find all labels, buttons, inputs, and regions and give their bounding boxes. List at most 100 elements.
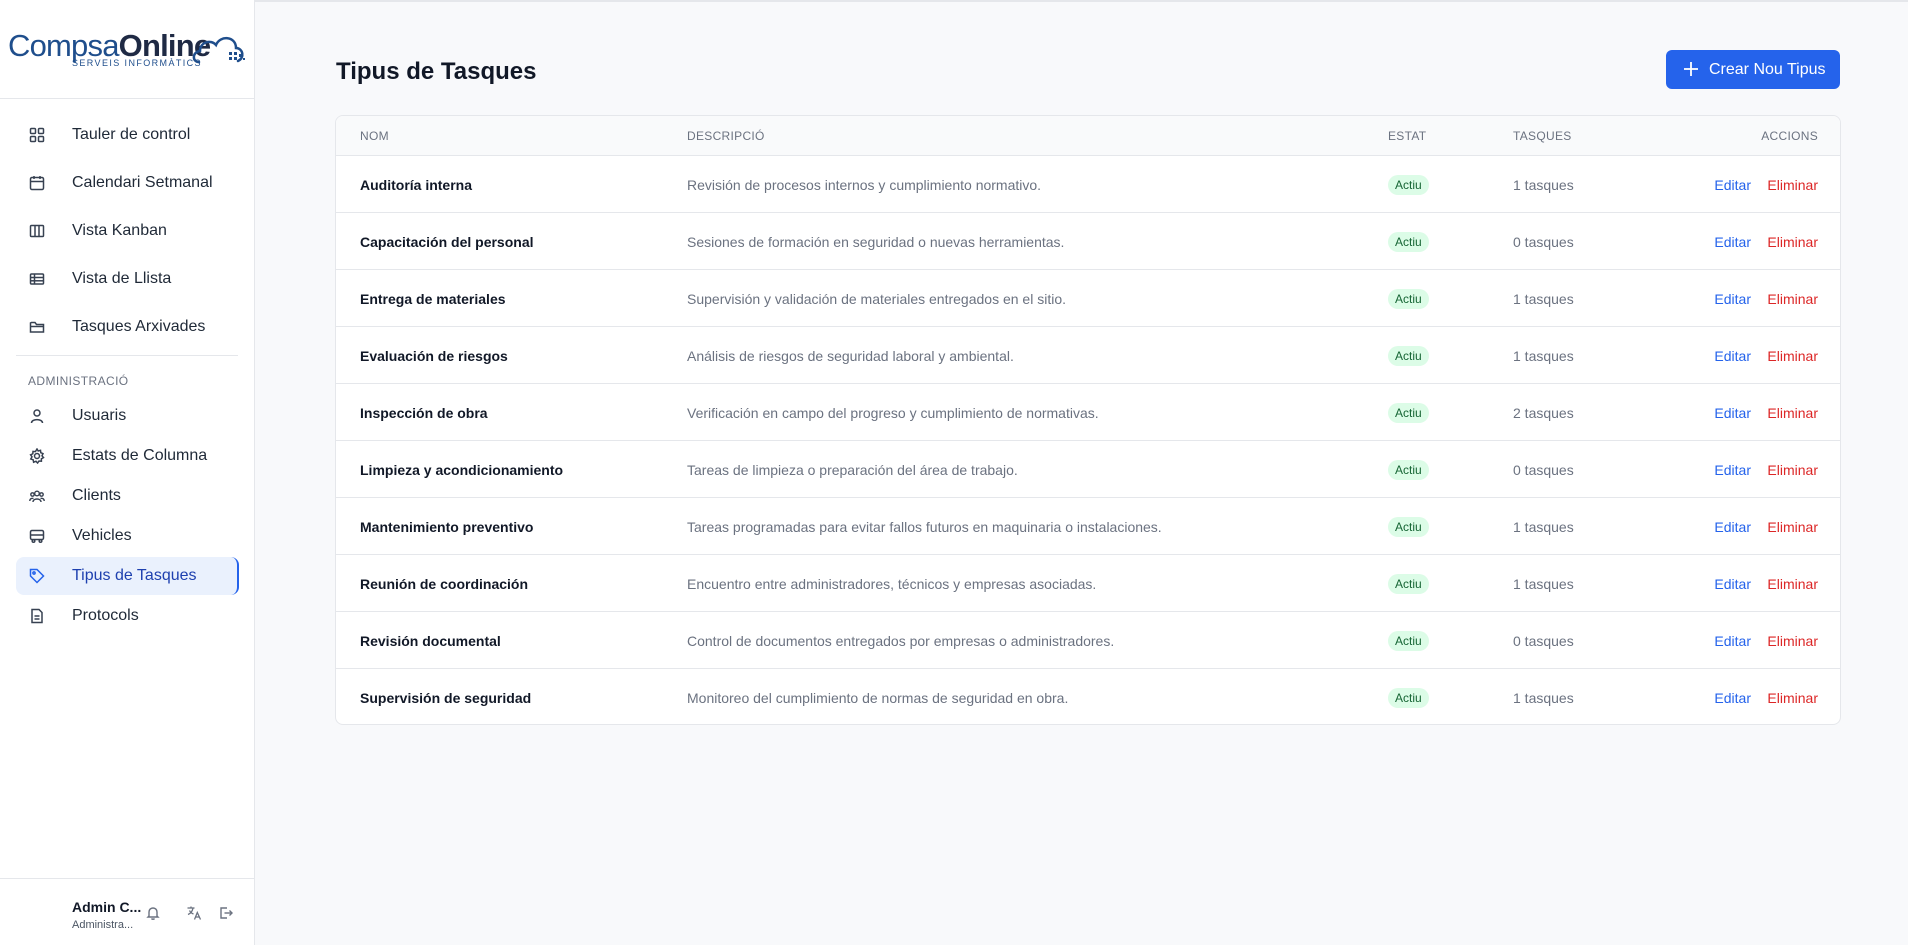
- sidebar-item-dashboard[interactable]: Tauler de control: [16, 116, 239, 154]
- edit-button[interactable]: Editar: [1714, 348, 1751, 364]
- cloud-icon: [192, 37, 245, 64]
- delete-button[interactable]: Eliminar: [1767, 462, 1818, 478]
- status-badge: Actiu: [1388, 517, 1429, 537]
- delete-button[interactable]: Eliminar: [1767, 633, 1818, 649]
- status-badge: Actiu: [1388, 175, 1429, 195]
- status-badge: Actiu: [1388, 631, 1429, 651]
- sidebar-item-users[interactable]: Usuaris: [16, 397, 239, 435]
- brand-tagline: SERVEIS INFORMÀTICS: [72, 58, 202, 68]
- column-header-description[interactable]: DESCRIPCIÓ: [687, 129, 765, 143]
- delete-button[interactable]: Eliminar: [1767, 519, 1818, 535]
- sidebar: CompsaOnline SERVEIS INFORMÀTICS Tauler …: [0, 0, 255, 945]
- user-icon: [30, 409, 44, 424]
- edit-button[interactable]: Editar: [1714, 177, 1751, 193]
- status-badge: Actiu: [1388, 688, 1429, 708]
- sidebar-item-label: Protocols: [72, 607, 139, 624]
- table-row: Inspección de obra Verificación en campo…: [336, 384, 1840, 441]
- edit-button[interactable]: Editar: [1714, 633, 1751, 649]
- task-count: 0 tasques: [1513, 633, 1574, 649]
- task-types-table: NOM DESCRIPCIÓ ESTAT TASQUES ACCIONS Aud…: [335, 115, 1841, 725]
- table-row: Auditoría interna Revisión de procesos i…: [336, 156, 1840, 213]
- page-title: Tipus de Tasques: [336, 58, 537, 85]
- sidebar-item-label: Tipus de Tasques: [72, 567, 197, 584]
- task-type-name: Capacitación del personal: [360, 234, 534, 250]
- delete-button[interactable]: Eliminar: [1767, 576, 1818, 592]
- edit-button[interactable]: Editar: [1714, 405, 1751, 421]
- task-type-description: Encuentro entre administradores, técnico…: [687, 576, 1097, 592]
- user-role: Administra...: [72, 919, 134, 931]
- task-type-name: Evaluación de riesgos: [360, 348, 508, 364]
- folder-icon: [29, 321, 45, 333]
- create-button-label: Crear Nou Tipus: [1709, 61, 1826, 78]
- task-count: 2 tasques: [1513, 405, 1574, 421]
- status-badge: Actiu: [1388, 232, 1429, 252]
- delete-button[interactable]: Eliminar: [1767, 690, 1818, 706]
- sidebar-item-list[interactable]: Vista de Llista: [16, 260, 239, 298]
- brand-logo[interactable]: CompsaOnline SERVEIS INFORMÀTICS: [8, 28, 248, 72]
- delete-button[interactable]: Eliminar: [1767, 177, 1818, 193]
- sidebar-item-task-types[interactable]: Tipus de Tasques: [16, 557, 239, 595]
- plus-icon: [1684, 62, 1698, 76]
- edit-button[interactable]: Editar: [1714, 291, 1751, 307]
- user-name: Admin C...: [72, 899, 142, 915]
- sidebar-item-protocols[interactable]: Protocols: [16, 597, 239, 635]
- sidebar-item-calendar[interactable]: Calendari Setmanal: [16, 164, 239, 202]
- table-row: Supervisión de seguridad Monitoreo del c…: [336, 669, 1840, 724]
- edit-button[interactable]: Editar: [1714, 519, 1751, 535]
- task-type-name: Revisión documental: [360, 633, 501, 649]
- task-count: 1 tasques: [1513, 177, 1574, 193]
- edit-button[interactable]: Editar: [1714, 462, 1751, 478]
- sidebar-item-clients[interactable]: Clients: [16, 477, 239, 515]
- sidebar-item-label: Vehicles: [72, 527, 132, 544]
- column-header-name[interactable]: NOM: [360, 129, 389, 143]
- delete-button[interactable]: Eliminar: [1767, 348, 1818, 364]
- dashboard-grid-icon: [29, 127, 45, 143]
- sidebar-item-vehicles[interactable]: Vehicles: [16, 517, 239, 555]
- top-border: [0, 0, 1908, 2]
- task-type-name: Limpieza y acondicionamiento: [360, 462, 564, 478]
- edit-button[interactable]: Editar: [1714, 690, 1751, 706]
- status-badge: Actiu: [1388, 346, 1429, 366]
- translate-icon[interactable]: [186, 905, 202, 921]
- task-count: 1 tasques: [1513, 690, 1574, 706]
- table-row: Limpieza y acondicionamiento Tareas de l…: [336, 441, 1840, 498]
- users-icon: [29, 490, 45, 503]
- task-type-description: Sesiones de formación en seguridad o nue…: [687, 234, 1065, 250]
- table-row: Reunión de coordinación Encuentro entre …: [336, 555, 1840, 612]
- logout-icon[interactable]: [218, 905, 234, 921]
- bell-icon[interactable]: [145, 905, 161, 921]
- sidebar-item-column-states[interactable]: Estats de Columna: [16, 437, 239, 475]
- task-count: 1 tasques: [1513, 576, 1574, 592]
- task-count: 1 tasques: [1513, 291, 1574, 307]
- sidebar-item-kanban[interactable]: Vista Kanban: [16, 212, 239, 250]
- table-row: Entrega de materiales Supervisión y vali…: [336, 270, 1840, 327]
- task-type-name: Supervisión de seguridad: [360, 690, 532, 706]
- edit-button[interactable]: Editar: [1714, 234, 1751, 250]
- status-badge: Actiu: [1388, 403, 1429, 423]
- sidebar-item-label: Vista de Llista: [72, 270, 172, 287]
- status-badge: Actiu: [1388, 574, 1429, 594]
- user-footer: Admin C... Administra...: [0, 878, 255, 945]
- status-badge: Actiu: [1388, 460, 1429, 480]
- delete-button[interactable]: Eliminar: [1767, 405, 1818, 421]
- column-header-status[interactable]: ESTAT: [1388, 129, 1426, 143]
- task-count: 1 tasques: [1513, 519, 1574, 535]
- sidebar-item-archived[interactable]: Tasques Arxivades: [16, 308, 239, 346]
- task-type-description: Análisis de riesgos de seguridad laboral…: [687, 348, 1014, 364]
- task-type-description: Tareas de limpieza o preparación del áre…: [687, 462, 1018, 478]
- sidebar-item-label: Estats de Columna: [72, 447, 208, 464]
- table-row: Mantenimiento preventivo Tareas programa…: [336, 498, 1840, 555]
- task-type-description: Tareas programadas para evitar fallos fu…: [687, 519, 1162, 535]
- delete-button[interactable]: Eliminar: [1767, 291, 1818, 307]
- sidebar-item-label: Usuaris: [72, 407, 127, 424]
- create-task-type-button[interactable]: Crear Nou Tipus: [1666, 50, 1840, 89]
- column-header-tasks[interactable]: TASQUES: [1513, 129, 1572, 143]
- delete-button[interactable]: Eliminar: [1767, 234, 1818, 250]
- nav-divider: [16, 355, 238, 356]
- task-type-name: Auditoría interna: [360, 177, 473, 193]
- edit-button[interactable]: Editar: [1714, 576, 1751, 592]
- kanban-icon: [29, 224, 45, 238]
- task-type-description: Supervisión y validación de materiales e…: [687, 291, 1066, 307]
- calendar-icon: [29, 176, 45, 191]
- sidebar-item-label: Tasques Arxivades: [72, 318, 206, 335]
